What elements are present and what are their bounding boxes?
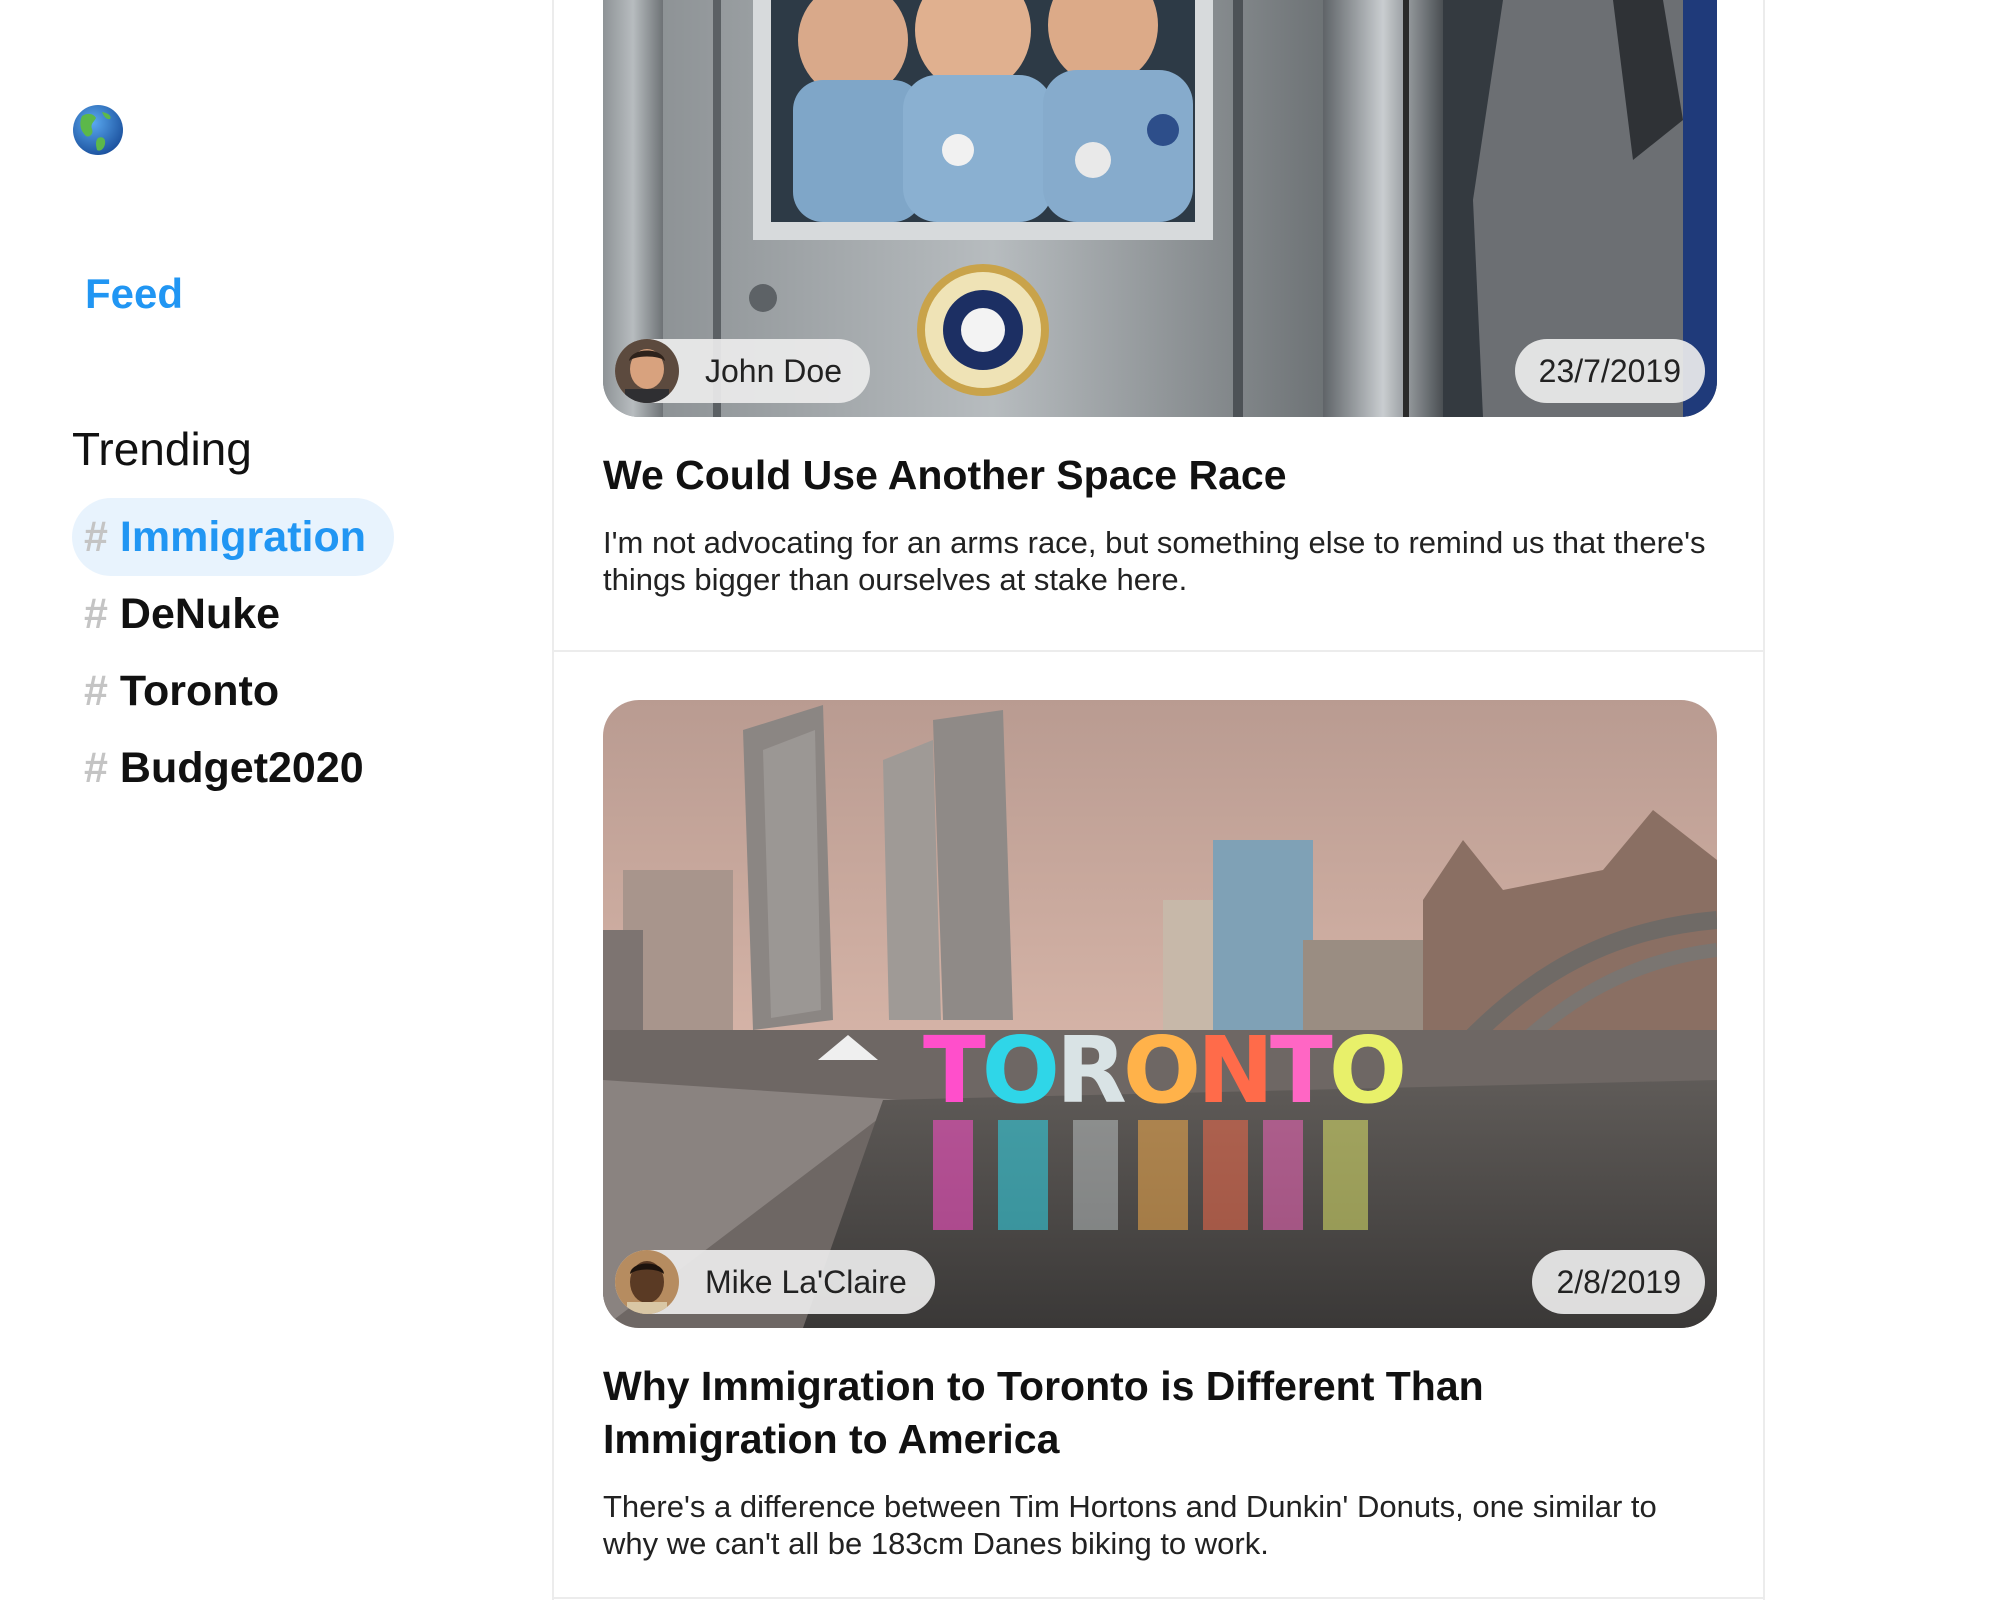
- feed: John Doe 23/7/2019 We Could Use Another …: [552, 0, 1765, 1600]
- post-title[interactable]: Why Immigration to Toronto is Different …: [603, 1360, 1714, 1466]
- trending-heading: Trending: [72, 423, 252, 475]
- trending-tag-toronto[interactable]: # Toronto: [72, 652, 307, 730]
- post-summary: There's a difference between Tim Hortons…: [603, 1489, 1657, 1561]
- tag-label: DeNuke: [119, 589, 281, 638]
- author-name: Mike La'Claire: [705, 1263, 907, 1300]
- author-chip[interactable]: Mike La'Claire: [615, 1250, 935, 1314]
- post-divider: [554, 650, 1763, 652]
- post-image[interactable]: TORONTO Mike La'Claire 2/8/2019: [603, 700, 1717, 1328]
- author-name: John Doe: [705, 352, 842, 389]
- sidebar: Feed Trending # Immigration # DeNuke # T…: [0, 0, 552, 1600]
- trending-tag-budget2020[interactable]: # Budget2020: [72, 729, 392, 807]
- date-badge: 23/7/2019: [1514, 339, 1705, 403]
- hash-icon: #: [84, 512, 108, 561]
- trending-tag-list: # Immigration # DeNuke # Toronto # Budge…: [72, 498, 394, 806]
- author-chip[interactable]: John Doe: [615, 339, 870, 403]
- post-card[interactable]: John Doe 23/7/2019 We Could Use Another …: [554, 0, 1763, 598]
- post-card[interactable]: TORONTO Mike La'Claire 2/8/2019 Why Immi…: [554, 700, 1763, 1562]
- hash-icon: #: [84, 589, 108, 638]
- post-image[interactable]: John Doe 23/7/2019: [603, 0, 1717, 417]
- avatar: [615, 1250, 679, 1314]
- tag-label: Budget2020: [119, 743, 364, 792]
- svg-text:TORONTO: TORONTO: [923, 1017, 1403, 1124]
- trending-tag-denuke[interactable]: # DeNuke: [72, 575, 308, 653]
- tag-label: Toronto: [119, 666, 280, 715]
- tag-label: Immigration: [119, 512, 366, 561]
- nav-feed-link[interactable]: Feed: [85, 270, 183, 318]
- hash-icon: #: [84, 743, 108, 792]
- post-divider: [554, 1597, 1763, 1599]
- globe-icon[interactable]: [72, 104, 124, 156]
- trending-tag-immigration[interactable]: # Immigration: [72, 498, 394, 576]
- hash-icon: #: [84, 666, 108, 715]
- avatar: [615, 339, 679, 403]
- date-badge: 2/8/2019: [1532, 1250, 1705, 1314]
- post-title[interactable]: We Could Use Another Space Race: [603, 449, 1714, 502]
- toronto-city-hall-photo: TORONTO: [603, 700, 1717, 1328]
- post-summary: I'm not advocating for an arms race, but…: [603, 525, 1706, 597]
